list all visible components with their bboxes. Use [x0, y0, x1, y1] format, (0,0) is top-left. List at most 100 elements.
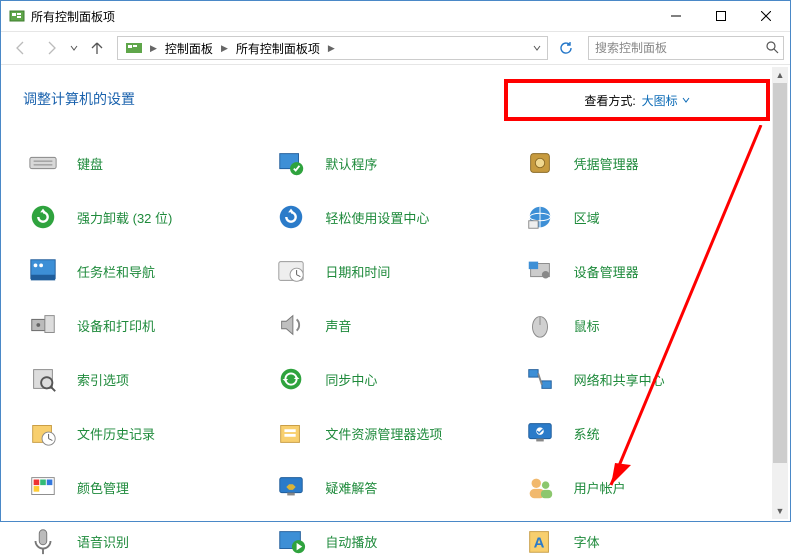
mouse-icon	[520, 309, 560, 341]
item-label: 日期和时间	[325, 262, 390, 281]
refresh-button[interactable]	[554, 37, 578, 59]
forward-button[interactable]	[37, 36, 65, 60]
control-panel-item[interactable]: 同步中心	[271, 361, 519, 397]
taskbar-icon	[23, 255, 63, 287]
folderopt-icon	[271, 417, 311, 449]
heading-row: 调整计算机的设置 查看方式: 大图标	[23, 79, 768, 119]
scroll-up-button[interactable]: ▲	[772, 67, 788, 83]
sound-icon	[271, 309, 311, 341]
control-panel-item[interactable]: 鼠标	[520, 307, 768, 343]
control-panel-item[interactable]: 凭据管理器	[520, 145, 768, 181]
control-panel-item[interactable]: 文件资源管理器选项	[271, 415, 519, 451]
item-label: 轻松使用设置中心	[325, 208, 429, 227]
item-label: 网络和共享中心	[574, 370, 665, 389]
view-by-highlight: 查看方式: 大图标	[504, 79, 770, 121]
chevron-right-icon[interactable]: ▶	[326, 43, 337, 54]
breadcrumb-item[interactable]: 控制面板	[159, 37, 219, 59]
control-panel-item[interactable]: 文件历史记录	[23, 415, 271, 451]
maximize-button[interactable]	[698, 2, 743, 30]
view-by-dropdown[interactable]: 大图标	[642, 92, 690, 109]
indexing-icon	[23, 363, 63, 395]
chevron-right-icon[interactable]: ▶	[219, 43, 230, 54]
item-label: 设备和打印机	[77, 316, 155, 335]
filehist-icon	[23, 417, 63, 449]
recycle360-icon	[23, 201, 63, 233]
item-label: 设备管理器	[574, 262, 639, 281]
control-panel-item[interactable]: 颜色管理	[23, 469, 271, 505]
control-panel-item[interactable]: 任务栏和导航	[23, 253, 271, 289]
scroll-down-button[interactable]: ▼	[772, 503, 788, 519]
control-panel-item[interactable]: 设备和打印机	[23, 307, 271, 343]
item-label: 键盘	[77, 154, 103, 173]
control-panel-item[interactable]: 系统	[520, 415, 768, 451]
control-panel-item[interactable]: 日期和时间	[271, 253, 519, 289]
scroll-thumb[interactable]	[773, 83, 787, 463]
control-panel-item[interactable]: 疑难解答	[271, 469, 519, 505]
region-icon	[520, 201, 560, 233]
item-label: 凭据管理器	[574, 154, 639, 173]
control-panel-item[interactable]: 用户帐户	[520, 469, 768, 505]
window-icon	[9, 8, 25, 24]
item-label: 系统	[574, 424, 600, 443]
fonts-icon: A	[520, 525, 560, 557]
search-box[interactable]	[588, 36, 784, 60]
breadcrumb-icon	[120, 37, 148, 59]
item-label: 用户帐户	[574, 478, 626, 497]
minimize-button[interactable]	[653, 2, 698, 30]
item-label: 同步中心	[325, 370, 377, 389]
control-panel-item[interactable]: 默认程序	[271, 145, 519, 181]
item-label: 语音识别	[77, 532, 129, 551]
view-by-label: 查看方式:	[584, 92, 635, 109]
control-panel-item[interactable]: 网络和共享中心	[520, 361, 768, 397]
control-panel-item[interactable]: 区域	[520, 199, 768, 235]
control-panel-item[interactable]: 轻松使用设置中心	[271, 199, 519, 235]
sync-icon	[271, 363, 311, 395]
chevron-right-icon[interactable]: ▶	[148, 43, 159, 54]
recent-dropdown[interactable]	[67, 38, 81, 58]
vertical-scrollbar[interactable]: ▲ ▼	[772, 67, 788, 519]
chevron-down-icon	[682, 97, 690, 103]
devices-icon	[23, 309, 63, 341]
item-label: 自动播放	[325, 532, 377, 551]
control-panel-item[interactable]: 设备管理器	[520, 253, 768, 289]
back-button[interactable]	[7, 36, 35, 60]
vault-icon	[520, 147, 560, 179]
control-panel-item[interactable]: 强力卸载 (32 位)	[23, 199, 271, 235]
content-area: 调整计算机的设置 查看方式: 大图标 键盘 默认程序 凭据管理器强力卸载 (32 位…	[1, 65, 790, 521]
speech-icon	[23, 525, 63, 557]
view-by-value: 大图标	[642, 92, 678, 109]
titlebar: 所有控制面板项	[1, 1, 790, 31]
up-button[interactable]	[83, 36, 111, 60]
control-panel-item[interactable]: 语音识别	[23, 523, 271, 559]
item-label: 区域	[574, 208, 600, 227]
system-icon	[520, 417, 560, 449]
control-panel-item[interactable]: 自动播放	[271, 523, 519, 559]
navbar: ▶ 控制面板 ▶ 所有控制面板项 ▶	[1, 31, 790, 65]
address-bar[interactable]: ▶ 控制面板 ▶ 所有控制面板项 ▶	[117, 36, 548, 60]
control-panel-item[interactable]: A 字体	[520, 523, 768, 559]
item-label: 鼠标	[574, 316, 600, 335]
keyboard-icon	[23, 147, 63, 179]
breadcrumb-item[interactable]: 所有控制面板项	[230, 37, 326, 59]
network-icon	[520, 363, 560, 395]
item-label: 默认程序	[325, 154, 377, 173]
devmgr-icon	[520, 255, 560, 287]
close-button[interactable]	[743, 2, 788, 30]
datetime-icon	[271, 255, 311, 287]
search-input[interactable]	[589, 37, 783, 59]
item-label: 字体	[574, 532, 600, 551]
item-label: 文件历史记录	[77, 424, 155, 443]
control-panel-item[interactable]: 键盘	[23, 145, 271, 181]
defaults-icon	[271, 147, 311, 179]
control-panel-item[interactable]: 声音	[271, 307, 519, 343]
users-icon	[520, 471, 560, 503]
svg-text:A: A	[533, 535, 544, 552]
item-label: 疑难解答	[325, 478, 377, 497]
items-grid: 键盘 默认程序 凭据管理器强力卸载 (32 位) 轻松使用设置中心 区域任务栏和导航 日期…	[23, 139, 768, 559]
item-label: 颜色管理	[77, 478, 129, 497]
control-panel-item[interactable]: 索引选项	[23, 361, 271, 397]
address-dropdown[interactable]	[533, 44, 545, 52]
window-title: 所有控制面板项	[31, 8, 653, 25]
item-label: 任务栏和导航	[77, 262, 155, 281]
item-label: 索引选项	[77, 370, 129, 389]
